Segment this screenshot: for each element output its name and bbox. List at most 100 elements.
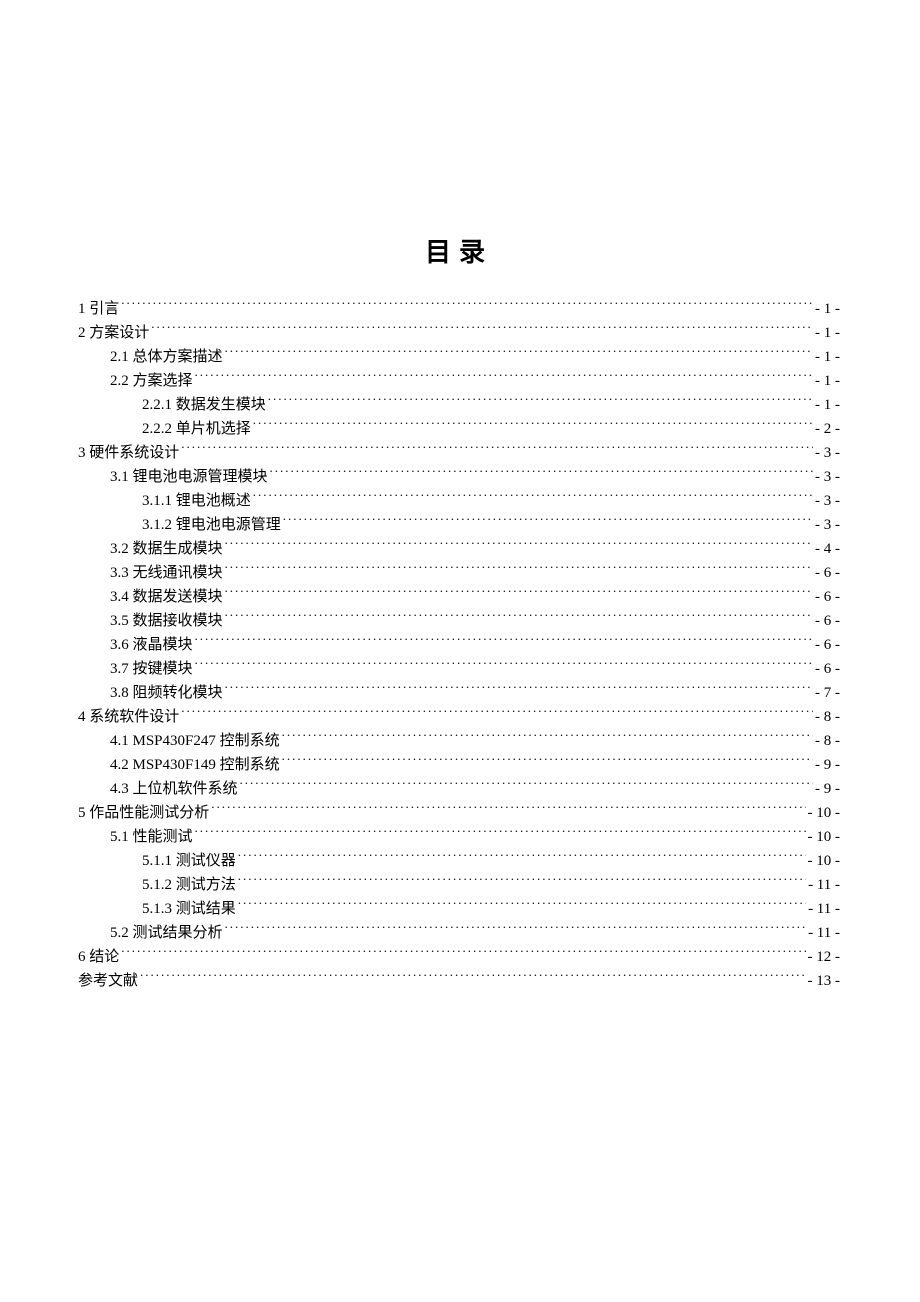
toc-page-number: - 6 - <box>815 609 840 633</box>
toc-entry-text: 3.7 按键模块 <box>110 657 193 681</box>
toc-leader-dots <box>140 970 805 985</box>
toc-entry-text: 3.1 锂电池电源管理模块 <box>110 465 268 489</box>
toc-page-number: - 6 - <box>815 633 840 657</box>
toc-page-number: - 2 - <box>815 417 840 441</box>
toc-entry-text: 2.2.1 数据发生模块 <box>142 393 266 417</box>
toc-leader-dots <box>195 658 813 673</box>
toc-leader-dots <box>225 586 813 601</box>
toc-list: 1 引言- 1 -2 方案设计- 1 -2.1 总体方案描述- 1 -2.2 方… <box>78 297 840 993</box>
toc-page-number: - 10 - <box>808 801 841 825</box>
toc-entry-text: 4.1 MSP430F247 控制系统 <box>110 729 280 753</box>
toc-entry: 3.2 数据生成模块 - 4 - <box>78 537 840 561</box>
toc-entry: 2.1 总体方案描述- 1 - <box>78 345 840 369</box>
toc-page-number: - 11 - <box>808 873 840 897</box>
toc-entry: 3.3 无线通讯模块 - 6 - <box>78 561 840 585</box>
toc-leader-dots <box>238 850 806 865</box>
toc-entry-text: 3.1.1 锂电池概述 <box>142 489 251 513</box>
toc-entry: 2.2.2 单片机选择 - 2 - <box>78 417 840 441</box>
toc-entry: 5.1.1 测试仪器 - 10 - <box>78 849 840 873</box>
toc-entry: 6 结论- 12 - <box>78 945 840 969</box>
toc-leader-dots <box>151 322 813 337</box>
toc-entry: 5.1.2 测试方法 - 11 - <box>78 873 840 897</box>
toc-entry: 5.1.3 测试结果 - 11 - <box>78 897 840 921</box>
toc-page-number: - 4 - <box>815 537 840 561</box>
toc-entry-text: 5.1.3 测试结果 <box>142 897 236 921</box>
toc-page-number: - 3 - <box>815 513 840 537</box>
toc-entry-text: 4.2 MSP430F149 控制系统 <box>110 753 280 777</box>
toc-entry: 3 硬件系统设计 - 3 - <box>78 441 840 465</box>
toc-entry-text: 5.1 性能测试 <box>110 825 193 849</box>
toc-entry: 参考文献- 13 - <box>78 969 840 993</box>
toc-leader-dots <box>225 538 813 553</box>
toc-entry: 4.1 MSP430F247 控制系统- 8 - <box>78 729 840 753</box>
toc-leader-dots <box>240 778 813 793</box>
toc-leader-dots <box>211 802 805 817</box>
toc-page-number: - 10 - <box>808 825 841 849</box>
toc-entry-text: 1 引言 <box>78 297 119 321</box>
toc-entry: 3.1 锂电池电源管理模块- 3 - <box>78 465 840 489</box>
toc-entry-text: 5.1.2 测试方法 <box>142 873 236 897</box>
toc-entry: 5.1 性能测试 - 10 - <box>78 825 840 849</box>
toc-entry-text: 3.6 液晶模块 <box>110 633 193 657</box>
toc-entry: 1 引言- 1 - <box>78 297 840 321</box>
toc-page-number: - 6 - <box>815 561 840 585</box>
toc-leader-dots <box>238 874 806 889</box>
toc-entry-text: 4.3 上位机软件系统 <box>110 777 238 801</box>
toc-entry: 5.2 测试结果分析 - 11 - <box>78 921 840 945</box>
toc-leader-dots <box>195 634 813 649</box>
toc-entry-text: 3.1.2 锂电池电源管理 <box>142 513 281 537</box>
toc-entry: 2 方案设计 - 1 - <box>78 321 840 345</box>
toc-leader-dots <box>270 466 813 481</box>
toc-entry-text: 2 方案设计 <box>78 321 149 345</box>
toc-entry-text: 2.2.2 单片机选择 <box>142 417 251 441</box>
toc-leader-dots <box>225 922 807 937</box>
toc-entry: 3.1.2 锂电池电源管理 - 3 - <box>78 513 840 537</box>
toc-leader-dots <box>195 826 806 841</box>
toc-entry-text: 2.1 总体方案描述 <box>110 345 223 369</box>
toc-entry: 3.8 阻频转化模块 - 7 - <box>78 681 840 705</box>
toc-entry-text: 3.2 数据生成模块 <box>110 537 223 561</box>
toc-entry-text: 参考文献 <box>78 969 138 993</box>
toc-entry-text: 5.2 测试结果分析 <box>110 921 223 945</box>
toc-leader-dots <box>121 298 813 313</box>
toc-entry: 3.5 数据接收模块 - 6 - <box>78 609 840 633</box>
toc-entry-text: 3.8 阻频转化模块 <box>110 681 223 705</box>
toc-page-number: - 1 - <box>815 369 840 393</box>
toc-leader-dots <box>225 562 813 577</box>
toc-page-number: - 12 - <box>808 945 841 969</box>
toc-leader-dots <box>225 610 813 625</box>
toc-entry: 3.7 按键模块 - 6 - <box>78 657 840 681</box>
toc-entry: 3.6 液晶模块 - 6 - <box>78 633 840 657</box>
toc-entry: 5 作品性能测试分析- 10 - <box>78 801 840 825</box>
toc-title: 目录 <box>78 232 840 269</box>
toc-page-number: - 1 - <box>815 321 840 345</box>
toc-page-number: - 10 - <box>808 849 841 873</box>
toc-leader-dots <box>268 394 813 409</box>
toc-entry-text: 2.2 方案选择 <box>110 369 193 393</box>
toc-entry-text: 5.1.1 测试仪器 <box>142 849 236 873</box>
toc-entry: 4.2 MSP430F149 控制系统- 9 - <box>78 753 840 777</box>
toc-page-number: - 6 - <box>815 657 840 681</box>
toc-entry-text: 3.5 数据接收模块 <box>110 609 223 633</box>
toc-entry-text: 3.4 数据发送模块 <box>110 585 223 609</box>
toc-leader-dots <box>225 346 813 361</box>
toc-page-number: - 11 - <box>808 897 840 921</box>
toc-leader-dots <box>225 682 813 697</box>
toc-leader-dots <box>181 706 813 721</box>
toc-page-number: - 3 - <box>815 441 840 465</box>
toc-leader-dots <box>121 946 805 961</box>
toc-entry: 3.4 数据发送模块- 6 - <box>78 585 840 609</box>
toc-entry-text: 3.3 无线通讯模块 <box>110 561 223 585</box>
toc-page-number: - 11 - <box>808 921 840 945</box>
toc-leader-dots <box>253 490 813 505</box>
toc-page-number: - 3 - <box>815 489 840 513</box>
toc-page-number: - 1 - <box>815 393 840 417</box>
toc-entry-text: 3 硬件系统设计 <box>78 441 179 465</box>
toc-entry: 2.2 方案选择 - 1 - <box>78 369 840 393</box>
toc-leader-dots <box>282 754 813 769</box>
toc-page-number: - 7 - <box>815 681 840 705</box>
toc-leader-dots <box>181 442 813 457</box>
toc-leader-dots <box>283 514 813 529</box>
toc-leader-dots <box>195 370 813 385</box>
toc-entry: 2.2.1 数据发生模块 - 1 - <box>78 393 840 417</box>
